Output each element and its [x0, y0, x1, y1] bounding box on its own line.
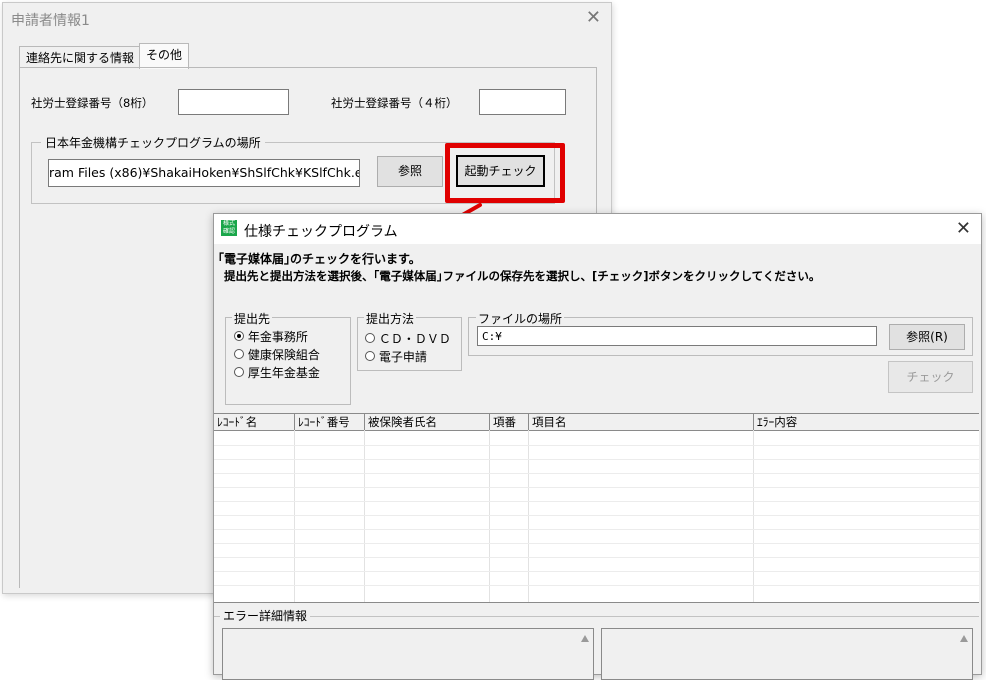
row-divider — [214, 585, 979, 586]
close-icon[interactable]: ✕ — [586, 7, 601, 28]
app-icon: 様式 確認 — [221, 220, 237, 236]
table-header: ﾚｺｰﾄﾞ名 ﾚｺｰﾄﾞ番号 被保険者氏名 項番 項目名 ｴﾗｰ内容 — [214, 414, 979, 431]
column-divider — [528, 430, 529, 602]
browse-button[interactable]: 参照 — [377, 156, 443, 187]
row-divider — [214, 459, 979, 460]
radio-button[interactable] — [234, 349, 244, 359]
radio-pension-office[interactable]: 年金事務所 — [234, 328, 308, 345]
radio-label: 電子申請 — [378, 350, 427, 364]
reg-number-8-field[interactable] — [178, 89, 289, 115]
radio-button[interactable] — [234, 367, 244, 377]
window-title: 仕様チェックプログラム — [244, 224, 398, 240]
row-divider — [214, 487, 979, 488]
column-header-item-number[interactable]: 項番 — [490, 414, 529, 430]
group-title: 日本年金機構チェックプログラムの場所 — [41, 134, 265, 151]
radio-pension-fund[interactable]: 厚生年金基金 — [234, 364, 320, 381]
reg-number-4-label: 社労士登録番号（４桁） — [331, 96, 458, 110]
intro-line-2: 提出先と提出方法を選択後、｢電子媒体届｣ファイルの保存先を選択し、[チェック]ボ… — [224, 269, 821, 283]
reg-number-4-field[interactable] — [479, 89, 566, 115]
check-button[interactable]: チェック — [888, 361, 973, 393]
error-detail-title: エラー詳細情報 — [220, 607, 311, 624]
radio-label: 健康保険組合 — [247, 348, 320, 362]
row-divider — [214, 557, 979, 558]
column-divider — [364, 430, 365, 602]
start-check-button[interactable]: 起動チェック — [456, 155, 545, 187]
scroll-up-icon[interactable] — [960, 635, 968, 642]
destination-title: 提出先 — [232, 310, 273, 327]
radio-button[interactable] — [365, 351, 375, 361]
radio-e-application[interactable]: 電子申請 — [365, 348, 427, 365]
column-header-record-number[interactable]: ﾚｺｰﾄﾞ番号 — [295, 414, 365, 430]
close-icon[interactable]: ✕ — [956, 218, 971, 239]
spec-check-program-window: 様式 確認 仕様チェックプログラム ✕ ｢電子媒体届｣のチェックを行います。 提出… — [213, 213, 982, 680]
row-divider — [214, 571, 979, 572]
tab-contact-info[interactable]: 連絡先に関する情報 — [19, 46, 142, 68]
radio-label: 年金事務所 — [247, 330, 308, 344]
reg-number-8-label: 社労士登録番号（8桁） — [31, 96, 154, 110]
column-header-insured-name[interactable]: 被保険者氏名 — [365, 414, 490, 430]
row-divider — [214, 529, 979, 530]
tab-other[interactable]: その他 — [139, 43, 190, 69]
column-divider — [489, 430, 490, 602]
scroll-up-icon[interactable] — [581, 635, 589, 642]
error-detail-right-pane[interactable] — [601, 628, 973, 680]
radio-label: ＣＤ・ＤＶＤ — [378, 332, 451, 346]
radio-button[interactable] — [365, 333, 375, 343]
results-table[interactable]: ﾚｺｰﾄﾞ名 ﾚｺｰﾄﾞ番号 被保険者氏名 項番 項目名 ｴﾗｰ内容 — [214, 413, 979, 603]
column-header-error-content[interactable]: ｴﾗｰ内容 — [754, 414, 979, 430]
radio-health-insurance[interactable]: 健康保険組合 — [234, 346, 320, 363]
browse-r-button[interactable]: 参照(R) — [889, 324, 965, 350]
program-path-field[interactable]: ram Files (x86)¥ShakaiHoken¥ShSlfChk¥KSl… — [48, 159, 360, 187]
row-divider — [214, 543, 979, 544]
radio-button[interactable] — [234, 331, 244, 341]
radio-label: 厚生年金基金 — [247, 366, 320, 380]
column-header-item-name[interactable]: 項目名 — [529, 414, 754, 430]
column-divider — [294, 430, 295, 602]
row-divider — [214, 445, 979, 446]
error-detail-left-pane[interactable] — [222, 628, 594, 680]
row-divider — [214, 501, 979, 502]
file-location-input[interactable]: C:¥ — [477, 326, 877, 346]
row-divider — [214, 515, 979, 516]
row-divider — [214, 473, 979, 474]
radio-cd-dvd[interactable]: ＣＤ・ＤＶＤ — [365, 330, 451, 347]
intro-line-1: ｢電子媒体届｣のチェックを行います。 — [218, 252, 421, 266]
column-header-record-name[interactable]: ﾚｺｰﾄﾞ名 — [214, 414, 295, 430]
title-bar: 様式 確認 仕様チェックプログラム ✕ — [214, 214, 981, 244]
method-title: 提出方法 — [364, 310, 417, 327]
column-divider — [753, 430, 754, 602]
file-location-title: ファイルの場所 — [476, 310, 565, 327]
window-title: 申請者情報1 — [11, 13, 90, 29]
